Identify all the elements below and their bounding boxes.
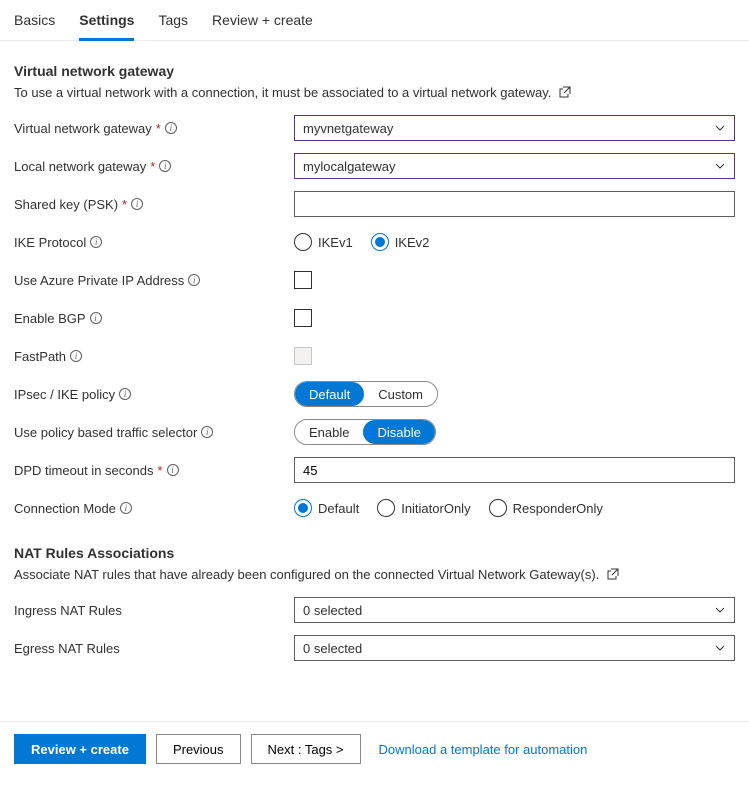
vng-dropdown[interactable]: myvnetgateway xyxy=(294,115,735,141)
psk-input[interactable] xyxy=(294,191,735,217)
required-icon: * xyxy=(157,463,162,478)
previous-button[interactable]: Previous xyxy=(156,734,241,764)
connmode-radio-group: Default InitiatorOnly ResponderOnly xyxy=(294,499,735,517)
ike-radio-group: IKEv1 IKEv2 xyxy=(294,233,735,251)
tab-review[interactable]: Review + create xyxy=(212,4,313,41)
info-icon[interactable]: i xyxy=(201,426,213,438)
chevron-down-icon xyxy=(714,160,726,172)
ingress-dropdown[interactable]: 0 selected xyxy=(294,597,735,623)
required-icon: * xyxy=(150,159,155,174)
dpd-input[interactable] xyxy=(294,457,735,483)
chevron-down-icon xyxy=(714,122,726,134)
pill-pbts-enable[interactable]: Enable xyxy=(295,420,363,444)
lng-dropdown[interactable]: mylocalgateway xyxy=(294,153,735,179)
pill-policy-default[interactable]: Default xyxy=(295,382,364,406)
label-pbts: Use policy based traffic selector xyxy=(14,425,197,440)
info-icon[interactable]: i xyxy=(119,388,131,400)
label-connmode: Connection Mode xyxy=(14,501,116,516)
label-private-ip: Use Azure Private IP Address xyxy=(14,273,184,288)
section-vng-desc: To use a virtual network with a connecti… xyxy=(14,85,735,101)
pill-pbts-disable[interactable]: Disable xyxy=(363,420,434,444)
section-nat-desc: Associate NAT rules that have already be… xyxy=(14,567,735,583)
label-lng: Local network gateway xyxy=(14,159,146,174)
radio-ikev1[interactable]: IKEv1 xyxy=(294,233,353,251)
private-ip-checkbox[interactable] xyxy=(294,271,312,289)
radio-conn-initiator[interactable]: InitiatorOnly xyxy=(377,499,470,517)
label-ike: IKE Protocol xyxy=(14,235,86,250)
pbts-toggle: Enable Disable xyxy=(294,419,436,445)
fastpath-checkbox xyxy=(294,347,312,365)
external-link-icon[interactable] xyxy=(607,568,619,583)
chevron-down-icon xyxy=(714,604,726,616)
info-icon[interactable]: i xyxy=(165,122,177,134)
review-create-button[interactable]: Review + create xyxy=(14,734,146,764)
radio-conn-responder[interactable]: ResponderOnly xyxy=(489,499,603,517)
radio-conn-default[interactable]: Default xyxy=(294,499,359,517)
info-icon[interactable]: i xyxy=(131,198,143,210)
info-icon[interactable]: i xyxy=(120,502,132,514)
info-icon[interactable]: i xyxy=(188,274,200,286)
info-icon[interactable]: i xyxy=(90,312,102,324)
section-nat-title: NAT Rules Associations xyxy=(14,545,735,561)
radio-ikev2[interactable]: IKEv2 xyxy=(371,233,430,251)
section-vng-title: Virtual network gateway xyxy=(14,63,735,79)
label-ingress: Ingress NAT Rules xyxy=(14,603,122,618)
info-icon[interactable]: i xyxy=(167,464,179,476)
tab-tags[interactable]: Tags xyxy=(158,4,188,41)
ipsec-policy-toggle: Default Custom xyxy=(294,381,438,407)
label-dpd: DPD timeout in seconds xyxy=(14,463,153,478)
footer-bar: Review + create Previous Next : Tags > D… xyxy=(0,721,749,776)
label-vng: Virtual network gateway xyxy=(14,121,152,136)
tab-settings[interactable]: Settings xyxy=(79,4,134,41)
label-fastpath: FastPath xyxy=(14,349,66,364)
external-link-icon[interactable] xyxy=(559,86,571,101)
label-ipsec-policy: IPsec / IKE policy xyxy=(14,387,115,402)
chevron-down-icon xyxy=(714,642,726,654)
label-egress: Egress NAT Rules xyxy=(14,641,120,656)
next-button[interactable]: Next : Tags > xyxy=(251,734,361,764)
info-icon[interactable]: i xyxy=(159,160,171,172)
egress-dropdown[interactable]: 0 selected xyxy=(294,635,735,661)
info-icon[interactable]: i xyxy=(70,350,82,362)
required-icon: * xyxy=(122,197,127,212)
label-psk: Shared key (PSK) xyxy=(14,197,118,212)
required-icon: * xyxy=(156,121,161,136)
bgp-checkbox[interactable] xyxy=(294,309,312,327)
tabs-bar: Basics Settings Tags Review + create xyxy=(0,0,749,41)
pill-policy-custom[interactable]: Custom xyxy=(364,382,437,406)
label-bgp: Enable BGP xyxy=(14,311,86,326)
info-icon[interactable]: i xyxy=(90,236,102,248)
download-template-link[interactable]: Download a template for automation xyxy=(379,742,588,757)
tab-basics[interactable]: Basics xyxy=(14,4,55,41)
